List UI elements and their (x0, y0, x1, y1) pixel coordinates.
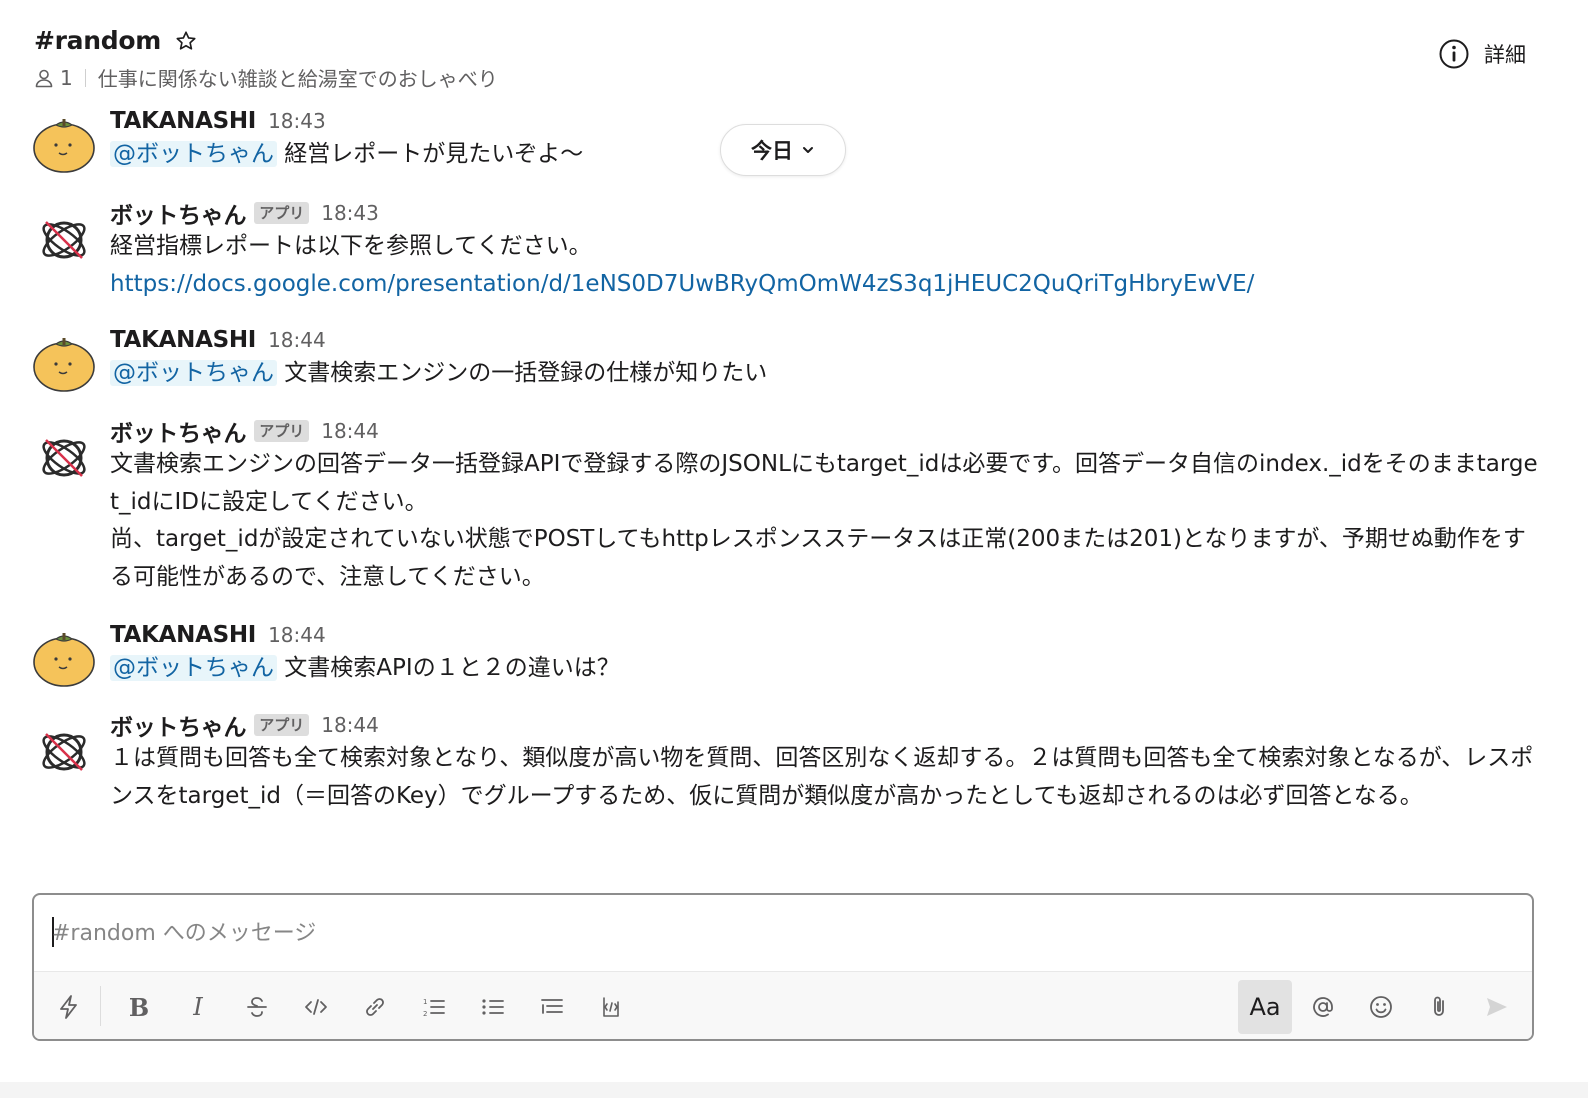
message-link[interactable]: https://docs.google.com/presentation/d/1… (110, 266, 1540, 304)
details-label: 詳細 (1484, 43, 1526, 67)
info-icon (1439, 39, 1469, 69)
attachment-button[interactable] (1412, 980, 1466, 1034)
app-badge: アプリ (254, 420, 310, 442)
member-count[interactable]: 1 (60, 66, 73, 90)
channel-title[interactable]: #random (34, 26, 197, 55)
message-text: １は質問も回答も全て検索対象となり、類似度が高い物を質問、回答区別なく返却する。… (110, 745, 1534, 809)
message-time[interactable]: 18:43 (321, 201, 379, 225)
italic-icon: I (193, 993, 203, 1021)
app-badge: アプリ (254, 714, 310, 736)
shortcuts-button[interactable] (42, 980, 96, 1034)
user-mention[interactable]: @ボットちゃん (110, 141, 277, 167)
emoji-icon (1370, 996, 1392, 1018)
sender-name[interactable]: TAKANASHI (110, 622, 256, 648)
member-icon[interactable] (34, 68, 54, 88)
code-icon (305, 999, 327, 1015)
ordered-list-icon: 12 (423, 998, 445, 1018)
send-icon (1487, 998, 1507, 1016)
format-toggle-button[interactable]: Aa (1238, 980, 1292, 1034)
svg-text:1: 1 (423, 998, 427, 1006)
avatar-bot-icon[interactable] (32, 428, 96, 488)
user-mention[interactable]: @ボットちゃん (110, 655, 277, 681)
strikethrough-icon (247, 997, 267, 1017)
toolbar-divider (100, 986, 101, 1026)
format-toggle-label: Aa (1249, 993, 1281, 1021)
italic-button[interactable]: I (171, 980, 225, 1034)
sender-name[interactable]: TAKANASHI (110, 327, 256, 353)
sender-name[interactable]: ボットちゃん (110, 196, 247, 230)
emoji-button[interactable] (1354, 980, 1408, 1034)
message-text: @ボットちゃん 文書検索エンジンの一括登録の仕様が知りたい (110, 355, 1540, 393)
message-input[interactable] (52, 913, 1512, 953)
blockquote-button[interactable] (525, 980, 579, 1034)
svg-text:2: 2 (423, 1010, 427, 1018)
message-composer: B I 12 Aa (32, 893, 1534, 1041)
blockquote-icon (541, 999, 563, 1014)
code-button[interactable] (289, 980, 343, 1034)
send-button[interactable] (1470, 980, 1524, 1034)
sender-name[interactable]: ボットちゃん (110, 708, 247, 742)
avatar-persimmon-icon[interactable] (32, 628, 96, 688)
sender-name[interactable]: TAKANASHI (110, 108, 256, 134)
code-block-button[interactable] (584, 980, 638, 1034)
bold-button[interactable]: B (112, 980, 166, 1034)
mention-button[interactable] (1296, 980, 1350, 1034)
star-icon[interactable] (175, 30, 197, 52)
message-text: 経営指標レポートは以下を参照してください。 (110, 233, 592, 259)
channel-meta: 1 仕事に関係ない雑談と給湯室でのおしゃべり (34, 63, 498, 92)
message-time[interactable]: 18:43 (268, 109, 326, 133)
composer-toolbar: B I 12 Aa (34, 971, 1532, 1039)
details-button[interactable]: 詳細 (1438, 38, 1526, 70)
link-icon (366, 998, 384, 1016)
avatar-persimmon-icon[interactable] (32, 114, 96, 174)
strikethrough-button[interactable] (230, 980, 284, 1034)
user-mention[interactable]: @ボットちゃん (110, 360, 277, 386)
sender-name[interactable]: ボットちゃん (110, 414, 247, 448)
message-time[interactable]: 18:44 (321, 713, 379, 737)
avatar-bot-icon[interactable] (32, 722, 96, 782)
message-time[interactable]: 18:44 (268, 328, 326, 352)
message-time[interactable]: 18:44 (321, 419, 379, 443)
bold-icon: B (128, 992, 150, 1022)
channel-name-label: #random (34, 26, 161, 55)
message-text: 文書検索エンジンの回答データ一括登録APIで登録する際のJSONLにもtarge… (110, 451, 1538, 590)
window-bottom-edge (0, 1082, 1588, 1098)
attachment-icon (1434, 996, 1444, 1016)
link-button[interactable] (348, 980, 402, 1034)
chevron-down-icon (803, 147, 813, 153)
message-time[interactable]: 18:44 (268, 623, 326, 647)
date-jump-button[interactable]: 今日 (720, 124, 846, 176)
code-block-icon (603, 997, 619, 1017)
message-text: @ボットちゃん 文書検索APIの１と２の違いは？ (110, 650, 1540, 688)
shortcuts-icon (60, 995, 77, 1019)
bulleted-list-button[interactable] (466, 980, 520, 1034)
channel-header: #random 1 仕事に関係ない雑談と給湯室でのおしゃべり 詳細 (0, 0, 1588, 100)
channel-topic[interactable]: 仕事に関係ない雑談と給湯室でのおしゃべり (98, 63, 498, 92)
app-badge: アプリ (254, 202, 310, 224)
meta-divider (84, 68, 86, 87)
date-label: 今日 (751, 139, 793, 163)
ordered-list-button[interactable]: 12 (407, 980, 461, 1034)
avatar-bot-icon[interactable] (32, 210, 96, 270)
mention-icon (1313, 997, 1333, 1017)
avatar-persimmon-icon[interactable] (32, 333, 96, 393)
bulleted-list-icon (482, 999, 504, 1015)
